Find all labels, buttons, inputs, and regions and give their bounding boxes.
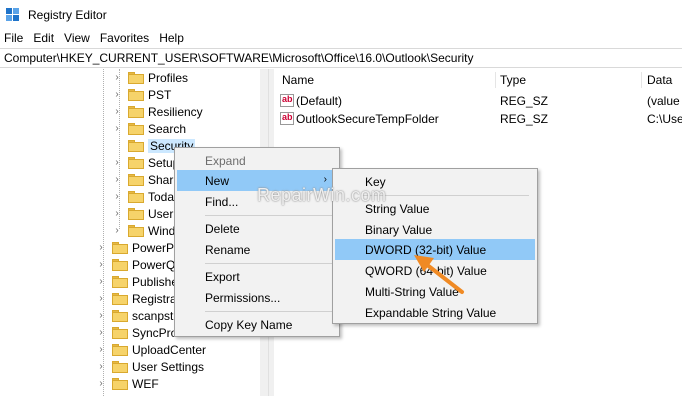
- pointer-arrow-icon: [414, 255, 464, 294]
